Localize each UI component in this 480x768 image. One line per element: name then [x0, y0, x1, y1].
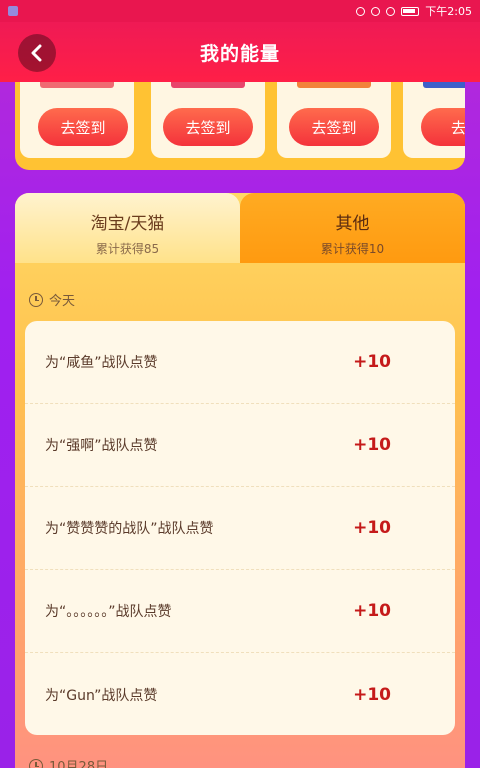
record-label: 为“咸鱼”战队点赞 [45, 355, 158, 371]
tab-taobao[interactable]: 淘宝/天猫 累计获得85 [15, 193, 240, 263]
status-bar: 下午2:05 [0, 0, 480, 22]
battery-icon [401, 6, 420, 16]
signin-button[interactable]: 去签到 [38, 108, 128, 146]
list-item: 为“。。。。。。”战队点赞 +10 [25, 570, 455, 653]
back-button[interactable] [18, 34, 56, 72]
signin-card: 去签到 [277, 72, 391, 158]
wifi-icon [386, 6, 396, 16]
tab-summary: 累计获得10 [320, 242, 385, 256]
date-header: 10月28日 [29, 756, 108, 768]
signin-card: 去签到 [20, 72, 134, 158]
record-points: +10 [353, 352, 391, 372]
record-label: 为“Gun”战队点赞 [45, 687, 158, 704]
list-item: 为“咸鱼”战队点赞 +10 [25, 321, 455, 404]
mute-icon [356, 6, 366, 16]
status-icons: 下午2:05 [356, 3, 472, 19]
notification-icon [8, 6, 18, 16]
signin-button[interactable]: 去签到 [289, 108, 379, 146]
alarm-icon [371, 6, 381, 16]
signin-carousel[interactable]: 去签到 去签到 去签到 去签 [15, 72, 465, 170]
date-header: 今天 [29, 290, 75, 309]
record-points: +10 [353, 684, 391, 705]
date-label: 10月28日 [49, 760, 109, 768]
energy-record-list: 为“咸鱼”战队点赞 +10 为“强啊”战队点赞 +10 为“赞赞赞的战队”战队点… [25, 321, 455, 735]
record-label: 为“。。。。。。”战队点赞 [45, 604, 172, 620]
app-header: 我的能量 [0, 22, 480, 82]
tab-other[interactable]: 其他 累计获得10 [240, 193, 465, 263]
record-label: 为“赞赞赞的战队”战队点赞 [45, 521, 214, 537]
clock-icon [29, 292, 43, 307]
signin-card: 去签到 [151, 72, 265, 158]
energy-panel: 淘宝/天猫 累计获得85 其他 累计获得10 今天 为“咸鱼”战队点赞 +10 … [15, 193, 465, 768]
signin-card: 去签 [403, 72, 465, 158]
list-item: 为“Gun”战队点赞 +10 [25, 653, 455, 735]
record-points: +10 [353, 518, 391, 538]
list-item: 为“赞赞赞的战队”战队点赞 +10 [25, 487, 455, 570]
clock-icon [29, 758, 43, 768]
chevron-left-icon [31, 44, 42, 62]
date-label: 今天 [49, 294, 76, 309]
tab-label: 淘宝/天猫 [90, 214, 165, 234]
signin-button[interactable]: 去签 [421, 108, 465, 146]
status-time: 下午2:05 [425, 5, 472, 18]
signin-button[interactable]: 去签到 [163, 108, 253, 146]
record-label: 为“强啊”战队点赞 [45, 438, 158, 454]
tab-summary: 累计获得85 [95, 242, 160, 256]
record-points: +10 [353, 435, 391, 455]
list-item: 为“强啊”战队点赞 +10 [25, 404, 455, 487]
tab-label: 其他 [335, 214, 370, 234]
record-points: +10 [353, 601, 391, 621]
page-title: 我的能量 [199, 42, 280, 65]
